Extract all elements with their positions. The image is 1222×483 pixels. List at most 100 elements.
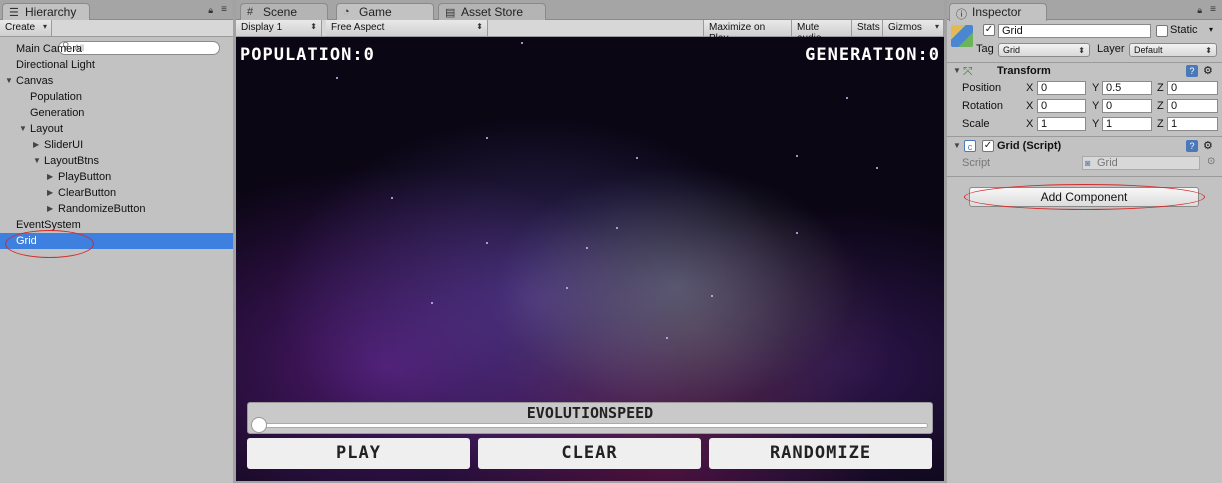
script-value: Grid xyxy=(1097,157,1118,169)
axis-z-label: Z xyxy=(1157,82,1164,94)
layer-dropdown[interactable]: Default ⬍ xyxy=(1129,43,1217,57)
fold-closed-icon[interactable]: ▶ xyxy=(33,137,39,153)
divider xyxy=(947,176,1222,177)
position-z-field[interactable]: 0 xyxy=(1167,81,1218,95)
tree-item-label: PlayButton xyxy=(58,171,112,183)
slider-handle[interactable] xyxy=(251,417,267,433)
create-button[interactable]: Create ▾ xyxy=(0,20,52,36)
static-dropdown-arrow-icon[interactable]: ▾ xyxy=(1209,25,1213,34)
tree-item-clearbutton[interactable]: ▶ ClearButton xyxy=(0,185,233,201)
dropdown-arrow-icon: ⬍ xyxy=(1078,46,1085,55)
tree-item-main-camera[interactable]: Main Camera xyxy=(0,41,233,57)
fold-open-icon[interactable]: ▼ xyxy=(5,73,13,89)
star xyxy=(796,155,798,157)
menu-icon[interactable]: ≡ xyxy=(1210,4,1216,15)
active-checkbox[interactable]: ✓ xyxy=(983,24,995,36)
tree-item-population[interactable]: Population xyxy=(0,89,233,105)
tree-item-generation[interactable]: Generation xyxy=(0,105,233,121)
transform-icon: ⤧ xyxy=(963,64,973,78)
tab-scene-label: Scene xyxy=(263,5,298,19)
divider xyxy=(947,136,1222,137)
game-view: POPULATION:0 GENERATION:0 EVOLUTIONSPEED… xyxy=(236,37,944,481)
tree-item-label: Layout xyxy=(30,123,64,135)
scale-y-field[interactable]: 1 xyxy=(1102,117,1152,131)
dropdown-arrow-icon: ▾ xyxy=(42,22,47,31)
play-button[interactable]: PLAY xyxy=(247,438,470,469)
scale-x-field[interactable]: 1 xyxy=(1037,117,1086,131)
star xyxy=(666,337,668,339)
help-book-icon[interactable]: ? xyxy=(1186,65,1198,77)
star xyxy=(566,287,568,289)
fold-open-icon[interactable]: ▼ xyxy=(953,66,961,75)
tree-item-directional-light[interactable]: Directional Light xyxy=(0,57,233,73)
rotation-z-field[interactable]: 0 xyxy=(1167,99,1218,113)
hierarchy-tree: Main Camera Directional Light ▼ Canvas Po… xyxy=(0,41,233,249)
menu-icon[interactable]: ≡ xyxy=(221,4,227,15)
position-label: Position xyxy=(962,82,1002,94)
fold-open-icon[interactable]: ▼ xyxy=(953,141,961,150)
gizmos-dropdown[interactable]: Gizmos ▾ xyxy=(883,20,944,36)
fold-open-icon[interactable]: ▼ xyxy=(33,153,41,169)
scale-z-field[interactable]: 1 xyxy=(1167,117,1218,131)
tree-item-randomizebutton[interactable]: ▶ RandomizeButton xyxy=(0,201,233,217)
rotation-y-field[interactable]: 0 xyxy=(1102,99,1152,113)
tab-hierarchy-label: Hierarchy xyxy=(25,5,77,19)
gear-icon[interactable]: ⚙ xyxy=(1203,139,1213,152)
grid-icon: # xyxy=(247,6,254,18)
tab-game[interactable]: ◔ Game xyxy=(336,3,434,21)
gear-icon[interactable]: ⚙ xyxy=(1203,64,1213,77)
fold-closed-icon[interactable]: ▶ xyxy=(47,169,53,185)
object-picker-icon[interactable]: ⊙ xyxy=(1207,156,1215,167)
clear-button[interactable]: CLEAR xyxy=(478,438,701,469)
pacman-icon: ◔ xyxy=(343,6,350,18)
rotation-x-field[interactable]: 0 xyxy=(1037,99,1086,113)
object-name-field[interactable]: Grid xyxy=(998,24,1151,38)
fold-open-icon[interactable]: ▼ xyxy=(19,121,27,137)
tree-item-playbutton[interactable]: ▶ PlayButton xyxy=(0,169,233,185)
script-field: ◙ Grid xyxy=(1082,156,1200,170)
tree-item-canvas[interactable]: ▼ Canvas xyxy=(0,73,233,89)
star xyxy=(391,197,393,199)
axis-x-label: X xyxy=(1026,82,1034,94)
lock-icon[interactable]: 🔒︎ xyxy=(1197,5,1202,16)
layer-value: Default xyxy=(1134,45,1163,55)
star xyxy=(486,242,488,244)
stats-toggle[interactable]: Stats xyxy=(852,20,883,36)
randomize-button[interactable]: RANDOMIZE xyxy=(709,438,932,469)
help-book-icon[interactable]: ? xyxy=(1186,140,1198,152)
lock-icon[interactable]: 🔒︎ xyxy=(208,5,213,16)
tree-item-layoutbtns[interactable]: ▼ LayoutBtns xyxy=(0,153,233,169)
display-dropdown[interactable]: Display 1 ⬍ xyxy=(236,20,322,36)
annotation-ring xyxy=(964,184,1205,210)
dropdown-arrow-icon: ⬍ xyxy=(476,22,483,31)
tab-asset-store[interactable]: ▤ Asset Store xyxy=(438,3,546,20)
star xyxy=(586,247,588,249)
script-icon: c xyxy=(964,140,976,152)
tree-item-layout[interactable]: ▼ Layout xyxy=(0,121,233,137)
tab-inspector[interactable]: ⓘ Inspector xyxy=(949,3,1047,21)
tab-scene[interactable]: # Scene xyxy=(240,3,328,20)
position-x-field[interactable]: 0 xyxy=(1037,81,1086,95)
hierarchy-tabbar: ☰ Hierarchy 🔒︎ ≡ xyxy=(0,0,233,21)
star xyxy=(336,77,338,79)
script-enabled-checkbox[interactable]: ✓ xyxy=(982,140,994,152)
fold-closed-icon[interactable]: ▶ xyxy=(47,185,53,201)
tab-hierarchy[interactable]: ☰ Hierarchy xyxy=(2,3,90,21)
axis-z-label: Z xyxy=(1157,100,1164,112)
script-file-icon: ◙ xyxy=(1085,158,1091,168)
tree-item-sliderui[interactable]: ▶ SliderUI xyxy=(0,137,233,153)
tag-value: Grid xyxy=(1003,45,1021,55)
evolution-speed-label: EVOLUTIONSPEED xyxy=(526,404,654,422)
aspect-dropdown[interactable]: Free Aspect ⬍ xyxy=(326,20,488,36)
transform-header[interactable]: ▼ ⤧ Transform ? ⚙ xyxy=(947,63,1222,81)
evolution-speed-slider[interactable] xyxy=(257,423,928,428)
fold-closed-icon[interactable]: ▶ xyxy=(47,201,53,217)
grid-script-header[interactable]: ▼ c ✓ Grid (Script) ? ⚙ xyxy=(947,138,1222,156)
tag-dropdown[interactable]: Grid ⬍ xyxy=(998,43,1090,57)
maximize-on-play-toggle[interactable]: Maximize on Play xyxy=(703,20,792,44)
create-label: Create xyxy=(5,22,36,33)
position-y-field[interactable]: 0.5 xyxy=(1102,81,1152,95)
mute-audio-toggle[interactable]: Mute audio xyxy=(792,20,852,44)
static-checkbox[interactable] xyxy=(1156,25,1168,37)
shopping-bag-icon: ▤ xyxy=(445,7,456,19)
